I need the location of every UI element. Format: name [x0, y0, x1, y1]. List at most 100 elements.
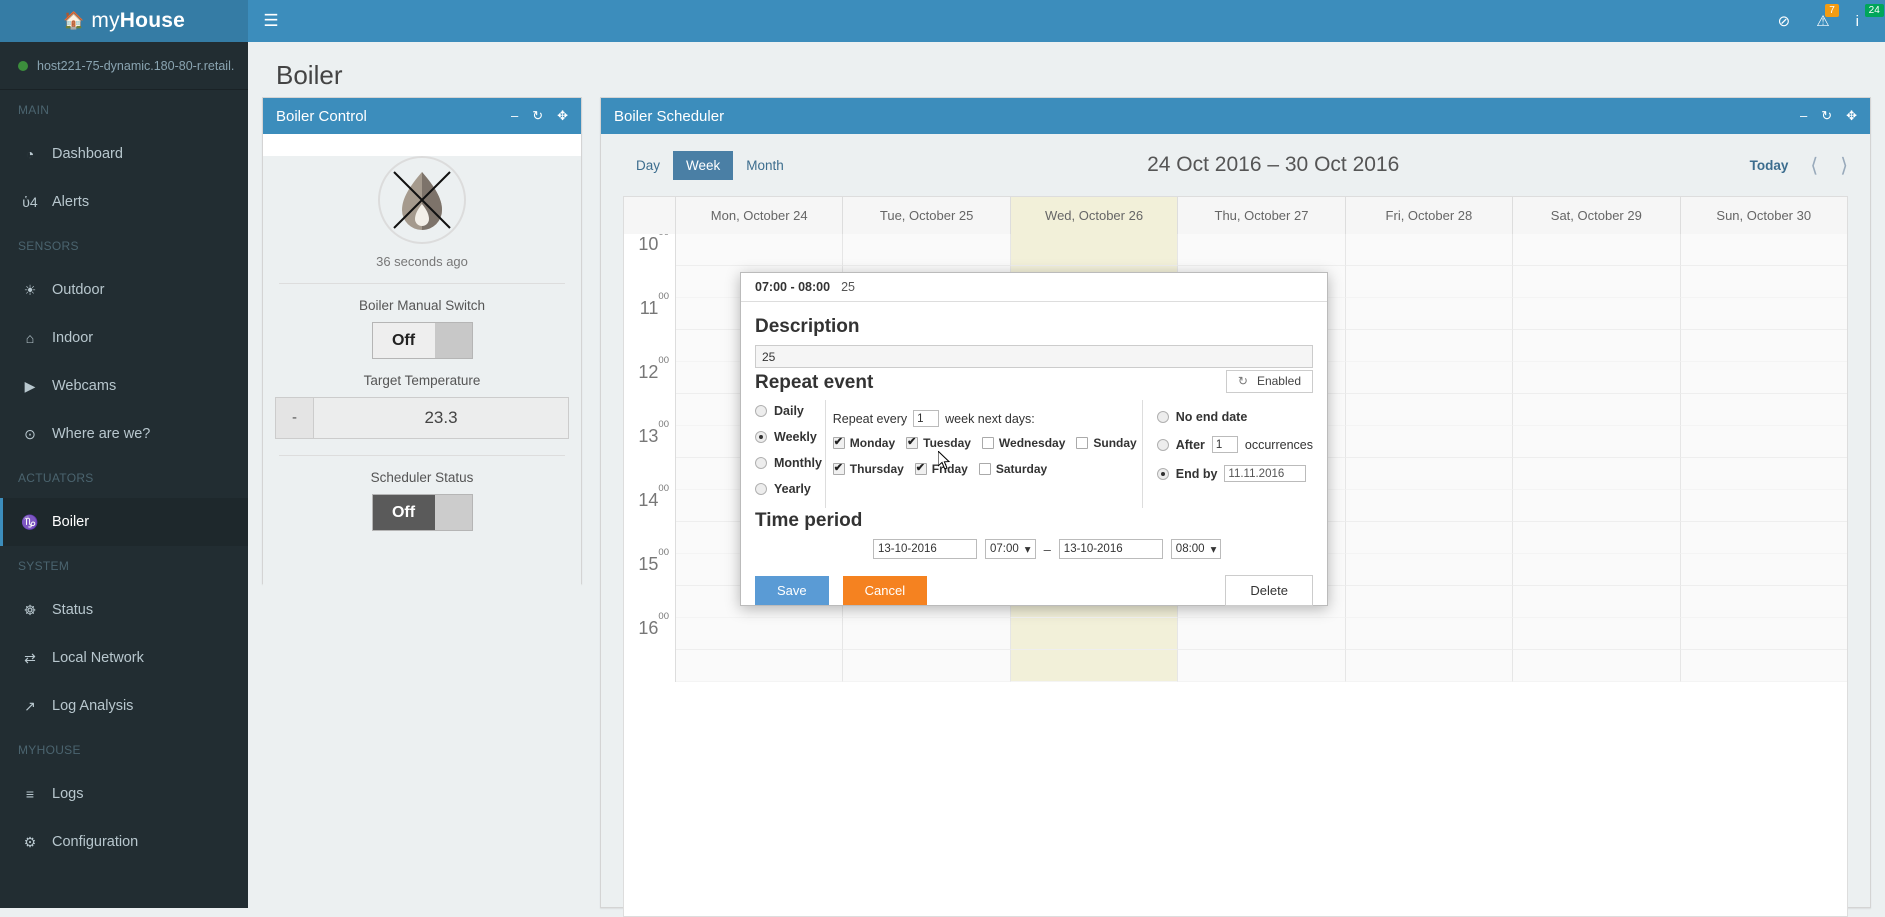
calendar-cell[interactable]	[1681, 458, 1847, 490]
chevron-left-icon[interactable]: ⟨	[1810, 153, 1818, 178]
frequency-radio[interactable]	[755, 483, 767, 495]
repeat-interval-input[interactable]	[913, 410, 939, 427]
brand-logo[interactable]: 🏠 myHouse	[0, 0, 248, 42]
description-input[interactable]	[755, 345, 1313, 368]
calendar-cell[interactable]	[1513, 426, 1680, 458]
calendar-cell[interactable]	[1681, 618, 1847, 650]
target-temperature-stepper[interactable]: - 23.3	[275, 397, 569, 439]
frequency-radio[interactable]	[755, 457, 767, 469]
weekday-friday[interactable]: Friday	[915, 462, 968, 476]
calendar-cell[interactable]	[1513, 490, 1680, 522]
day-header-cell[interactable]: Fri, October 28	[1346, 197, 1513, 234]
refresh-icon[interactable]: ↻	[1821, 108, 1832, 124]
warning-icon[interactable]: ⚠7	[1816, 14, 1829, 29]
chevron-right-icon[interactable]: ⟩	[1840, 153, 1848, 178]
day-header-cell[interactable]: Wed, October 26	[1011, 197, 1178, 234]
calendar-cell[interactable]	[1513, 618, 1680, 650]
occurrences-input[interactable]	[1212, 436, 1238, 453]
calendar-cell[interactable]	[1681, 330, 1847, 362]
calendar-cell[interactable]	[1681, 234, 1847, 266]
calendar-cell[interactable]	[676, 618, 843, 650]
frequency-option-daily[interactable]: Daily	[755, 404, 825, 418]
frequency-option-monthly[interactable]: Monthly	[755, 456, 825, 470]
today-button[interactable]: Today	[1750, 158, 1789, 173]
weekday-tuesday[interactable]: Tuesday	[906, 436, 971, 450]
calendar-cell[interactable]	[1513, 586, 1680, 618]
ban-icon[interactable]: ⊘	[1778, 14, 1791, 29]
calendar-cell[interactable]	[1681, 426, 1847, 458]
delete-button[interactable]: Delete	[1225, 575, 1313, 606]
day-header-cell[interactable]: Thu, October 27	[1178, 197, 1345, 234]
calendar-cell[interactable]	[1346, 490, 1513, 522]
calendar-cell[interactable]	[1513, 266, 1680, 298]
minimize-icon[interactable]: –	[511, 108, 518, 124]
calendar-cell[interactable]	[1178, 650, 1345, 682]
weekday-saturday[interactable]: Saturday	[979, 462, 1047, 476]
no-end-date-option[interactable]: No end date	[1157, 410, 1313, 424]
sidebar-item-status[interactable]: ☸Status	[0, 586, 248, 634]
calendar-cell[interactable]	[676, 650, 843, 682]
calendar-cell[interactable]	[1513, 330, 1680, 362]
sidebar-item-webcams[interactable]: ▶Webcams	[0, 362, 248, 410]
day-header-cell[interactable]: Sun, October 30	[1681, 197, 1847, 234]
calendar-cell[interactable]	[1346, 330, 1513, 362]
calendar-cell[interactable]	[1346, 554, 1513, 586]
calendar-cell[interactable]	[1178, 618, 1345, 650]
calendar-cell[interactable]	[1346, 266, 1513, 298]
calendar-cell[interactable]	[1513, 394, 1680, 426]
calendar-cell[interactable]	[1681, 522, 1847, 554]
start-time-select[interactable]: 07:00 ▾	[985, 539, 1036, 559]
calendar-cell[interactable]	[1346, 234, 1513, 266]
save-button[interactable]: Save	[755, 576, 829, 605]
end-time-select[interactable]: 08:00 ▾	[1171, 539, 1222, 559]
no-end-date-radio[interactable]	[1157, 411, 1169, 423]
calendar-cell[interactable]	[1346, 362, 1513, 394]
cancel-button[interactable]: Cancel	[843, 576, 927, 605]
calendar-cell[interactable]	[1178, 234, 1345, 266]
weekday-sunday[interactable]: Sunday	[1076, 436, 1136, 450]
sidebar-item-where-are-we[interactable]: ⊙Where are we?	[0, 410, 248, 458]
frequency-radio[interactable]	[755, 431, 767, 443]
calendar-cell[interactable]	[1681, 266, 1847, 298]
end-by-radio[interactable]	[1157, 468, 1169, 480]
hamburger-icon[interactable]: ☰	[248, 0, 294, 42]
scheduler-status-toggle[interactable]: Off	[372, 494, 473, 531]
calendar-cell[interactable]	[843, 234, 1010, 266]
calendar-cell[interactable]	[1513, 298, 1680, 330]
weekday-wednesday[interactable]: Wednesday	[982, 436, 1065, 450]
calendar-cell[interactable]	[1513, 650, 1680, 682]
calendar-cell[interactable]	[1346, 298, 1513, 330]
view-button-day[interactable]: Day	[623, 151, 673, 180]
calendar-cell[interactable]	[1346, 394, 1513, 426]
calendar-cell[interactable]	[1513, 234, 1680, 266]
end-date-input[interactable]	[1059, 539, 1163, 559]
day-header-cell[interactable]: Tue, October 25	[843, 197, 1010, 234]
weekday-checkbox[interactable]	[982, 437, 994, 449]
calendar-cell[interactable]	[1681, 362, 1847, 394]
weekday-thursday[interactable]: Thursday	[833, 462, 904, 476]
sidebar-item-logs[interactable]: ≡Logs	[0, 770, 248, 818]
calendar-cell[interactable]	[1513, 554, 1680, 586]
calendar-cell[interactable]	[843, 618, 1010, 650]
weekday-monday[interactable]: Monday	[833, 436, 895, 450]
weekday-checkbox[interactable]	[915, 463, 927, 475]
sidebar-item-outdoor[interactable]: ☀Outdoor	[0, 266, 248, 314]
enabled-toggle-button[interactable]: ↻ Enabled	[1226, 370, 1313, 393]
end-by-option[interactable]: End by	[1157, 465, 1313, 482]
sidebar-item-configuration[interactable]: ⚙Configuration	[0, 818, 248, 866]
weekday-checkbox[interactable]	[833, 437, 845, 449]
view-button-month[interactable]: Month	[733, 151, 797, 180]
calendar-cell[interactable]	[1346, 586, 1513, 618]
calendar-cell[interactable]	[1011, 618, 1178, 650]
end-by-date-input[interactable]	[1224, 465, 1306, 482]
calendar-cell[interactable]	[1513, 362, 1680, 394]
weekday-checkbox[interactable]	[833, 463, 845, 475]
calendar-cell[interactable]	[1513, 458, 1680, 490]
calendar-cell[interactable]	[1346, 618, 1513, 650]
weekday-checkbox[interactable]	[1076, 437, 1088, 449]
expand-icon[interactable]: ✥	[557, 108, 568, 124]
calendar-cell[interactable]	[1681, 554, 1847, 586]
calendar-cell[interactable]	[676, 234, 843, 266]
calendar-cell[interactable]	[1513, 522, 1680, 554]
day-header-cell[interactable]: Mon, October 24	[676, 197, 843, 234]
